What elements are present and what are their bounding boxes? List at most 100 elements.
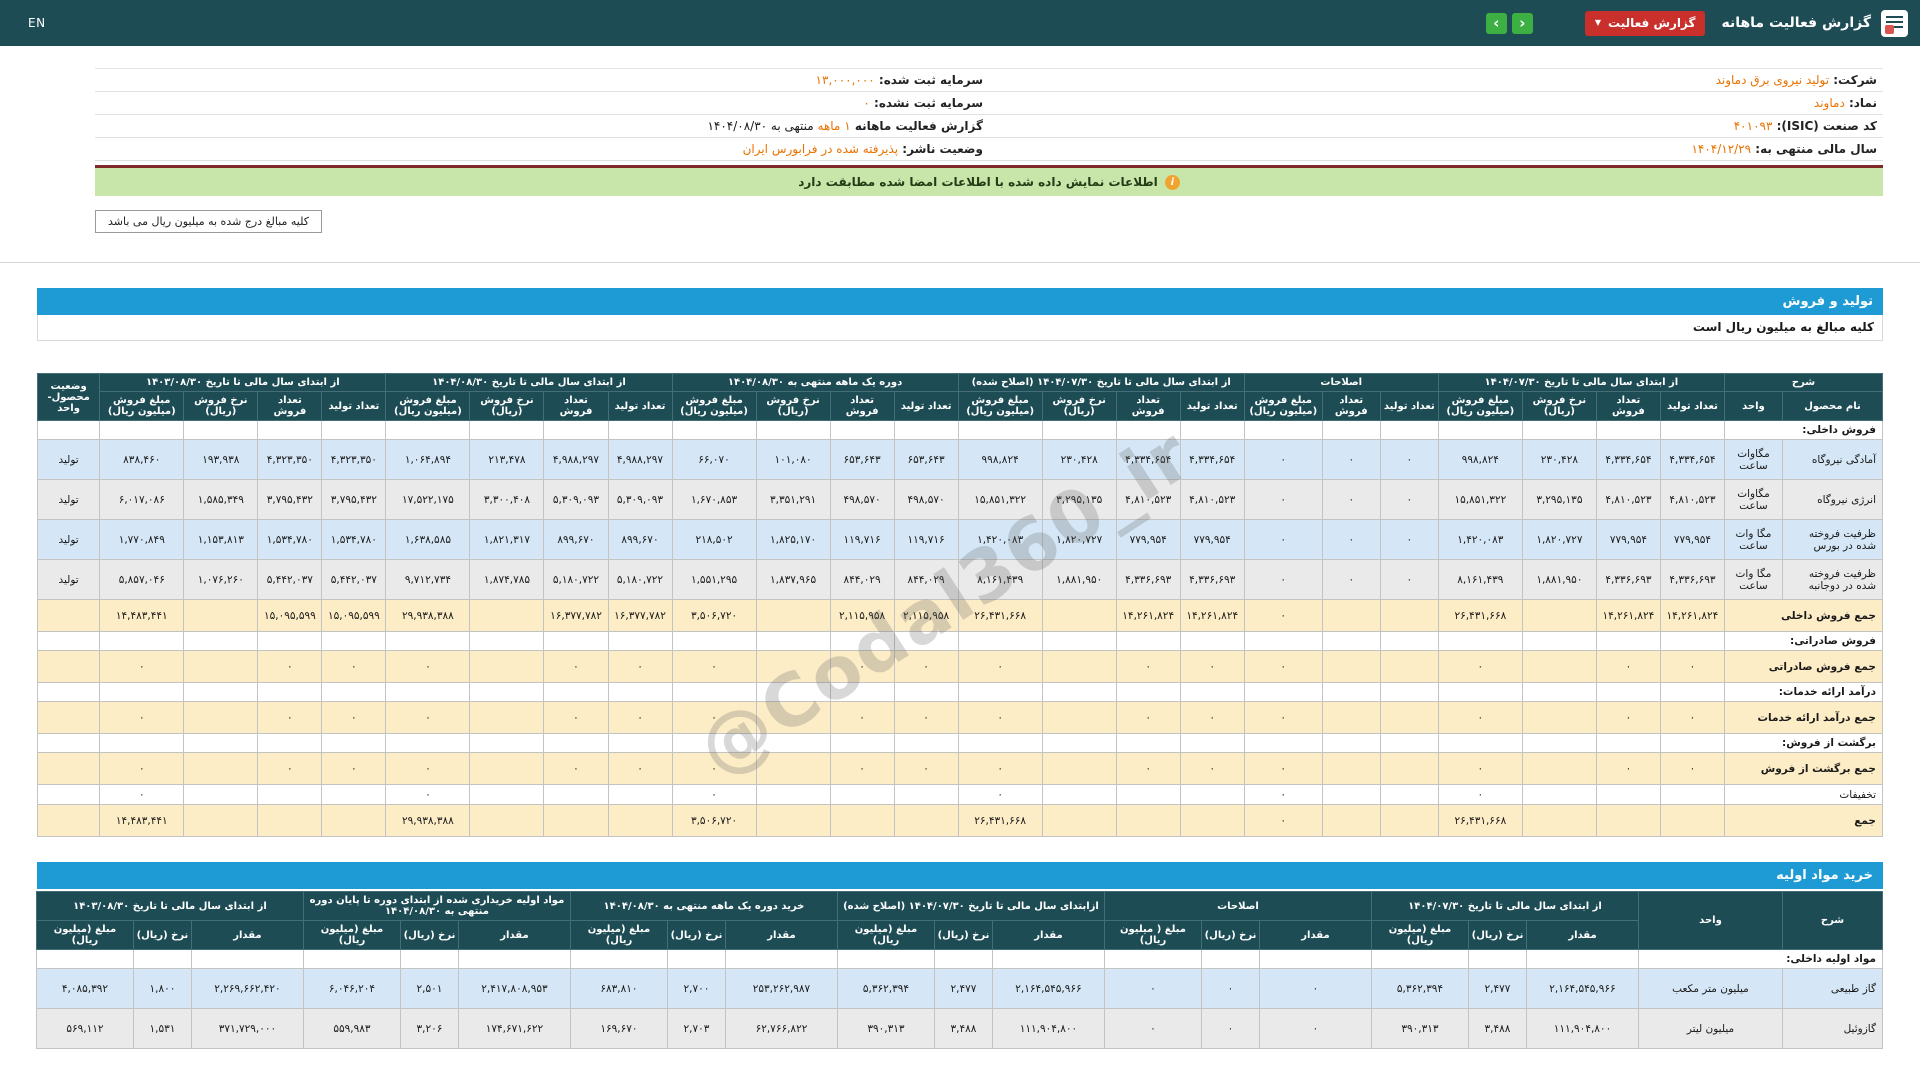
- value-cell: ۰: [385, 701, 471, 734]
- value-cell: ۳,۲۹۵,۱۳۵: [1521, 479, 1597, 520]
- value-cell: [1200, 949, 1260, 969]
- value-cell: ۰: [893, 650, 959, 683]
- value-cell: [385, 631, 471, 651]
- column-header: تعداد فروش: [1321, 391, 1381, 421]
- value-cell: ۸۹۹,۶۷۰: [543, 519, 609, 560]
- value-cell: [893, 631, 959, 651]
- chevron-down-icon: ▼: [1594, 18, 1602, 27]
- value-cell: [671, 682, 757, 702]
- value-cell: ۱۴,۲۶۱,۸۲۴: [1595, 599, 1661, 632]
- value-cell: ۱۴,۴۸۳,۴۴۱: [99, 599, 185, 632]
- company-info-left: سرمایه ثبت شده: ۱۳,۰۰۰,۰۰۰ سرمایه ثبت نشد…: [95, 69, 989, 161]
- company-info-row: کد صنعت (ISIC): ۴۰۱۰۹۳: [989, 115, 1883, 138]
- value-cell: ۰: [1179, 701, 1245, 734]
- value-cell: ۰: [1379, 439, 1439, 480]
- column-header: مبلغ (میلیون ریال): [302, 920, 401, 950]
- value-cell: [1321, 599, 1381, 632]
- value-cell: [469, 420, 545, 440]
- value-cell: [1243, 631, 1323, 651]
- value-cell: ۱,۸۳۷,۹۶۵: [755, 559, 831, 600]
- value-cell: ۰: [1659, 752, 1725, 785]
- value-cell: [385, 682, 471, 702]
- column-group-header: شرح: [1782, 891, 1883, 950]
- value-cell: ۸,۱۶۱,۴۳۹: [1437, 559, 1523, 600]
- value-cell: ۲,۴۷۷: [933, 968, 993, 1009]
- value-cell: ۸۴۴,۰۲۹: [829, 559, 895, 600]
- value-cell: ۰: [1200, 1008, 1260, 1049]
- column-group-header: شرح: [1723, 373, 1884, 392]
- row-label: جمع: [1723, 804, 1884, 837]
- value-cell: ۰: [671, 650, 757, 683]
- column-header: نام محصول: [1781, 391, 1884, 421]
- value-cell: [1659, 631, 1725, 651]
- column-header: مبلغ (میلیون ریال): [569, 920, 668, 950]
- value-cell: ۱۴,۲۶۱,۸۲۴: [1115, 599, 1181, 632]
- value-cell: [1258, 949, 1372, 969]
- value-cell: [755, 784, 831, 805]
- value-cell: [469, 650, 545, 683]
- value-cell: ۴,۰۸۵,۳۹۲: [35, 968, 134, 1009]
- value-cell: [543, 733, 609, 753]
- value-cell: ۰: [1437, 650, 1523, 683]
- value-cell: ۱,۸۰۰: [132, 968, 192, 1009]
- nav-back-button[interactable]: ‹: [1511, 12, 1533, 34]
- value-cell: ۰: [543, 701, 609, 734]
- nav-forward-button[interactable]: ›: [1485, 12, 1507, 34]
- value-cell: ۱۷,۵۲۲,۱۷۵: [385, 479, 471, 520]
- row-label: انرژی نیروگاه: [1781, 479, 1884, 520]
- value-cell: ۴۹۸,۵۷۰: [829, 479, 895, 520]
- report-type-dropdown[interactable]: گزارش فعالیت ▼: [1584, 10, 1706, 36]
- value-cell: [469, 701, 545, 734]
- column-group-header: وضعیت محصول-واحد: [36, 373, 101, 421]
- value-cell: ۲۹,۹۳۸,۳۸۸: [385, 599, 471, 632]
- value-cell: ۰: [257, 701, 323, 734]
- table-row: جمع فروش داخلی ۱۴,۲۶۱,۸۲۴ ۱۴,۲۶۱,۸۲۴ ۲۶,۴۳۱…: [36, 599, 1884, 632]
- value-cell: [1115, 631, 1181, 651]
- value-cell: [543, 420, 609, 440]
- value-cell: [257, 733, 323, 753]
- value-cell: [543, 804, 609, 837]
- value-cell: ۱۵,۸۵۱,۳۲۲: [1437, 479, 1523, 520]
- section-header-row: فروش صادراتی:: [36, 631, 1884, 651]
- value-cell: ۲,۵۰۱: [399, 968, 459, 1009]
- info-label: سرمایه ثبت شده:: [874, 73, 983, 87]
- row-label: جمع فروش صادراتی: [1723, 650, 1884, 683]
- production-sales-table-wrap: شرح از ابتدای سال مالی تا تاریخ ۱۴۰۴/۰۷/۳…: [36, 373, 1884, 837]
- value-cell: ۴,۳۲۳,۳۵۰: [257, 439, 323, 480]
- value-cell: [1321, 733, 1381, 753]
- value-cell: [183, 650, 259, 683]
- value-cell: [1041, 752, 1117, 785]
- value-cell: ۲۶,۴۳۱,۶۶۸: [957, 804, 1043, 837]
- value-cell: ۰: [1243, 599, 1323, 632]
- value-cell: [933, 949, 993, 969]
- column-header: تعداد فروش: [543, 391, 609, 421]
- value-cell: [1659, 804, 1725, 837]
- value-cell: [183, 420, 259, 440]
- value-cell: ۰: [1595, 752, 1661, 785]
- value-cell: [1041, 804, 1117, 837]
- info-value: ۱۳,۰۰۰,۰۰۰: [815, 73, 875, 87]
- language-toggle[interactable]: EN: [28, 16, 46, 30]
- value-cell: ۰: [1437, 752, 1523, 785]
- value-cell: ۰: [99, 701, 185, 734]
- value-cell: [321, 733, 387, 753]
- value-cell: [1243, 733, 1323, 753]
- value-cell: ۵,۴۴۲,۰۳۷: [321, 559, 387, 600]
- value-cell: ۹۹۸,۸۲۴: [957, 439, 1043, 480]
- value-cell: [1521, 701, 1597, 734]
- report-document-icon[interactable]: [1881, 9, 1908, 37]
- column-header: مبلغ (میلیون ریال): [836, 920, 935, 950]
- value-cell: ۵,۳۶۲,۳۹۴: [836, 968, 935, 1009]
- value-cell: [1321, 752, 1381, 785]
- value-cell: ۰: [321, 701, 387, 734]
- value-cell: ۱,۴۲۰,۰۸۳: [1437, 519, 1523, 560]
- info-value: منتهی به ۱۴۰۴/۰۸/۳۰: [707, 119, 818, 133]
- value-cell: [829, 631, 895, 651]
- value-cell: [1595, 682, 1661, 702]
- column-header: مقدار: [991, 920, 1105, 950]
- value-cell: ۱,۶۳۸,۵۸۵: [385, 519, 471, 560]
- column-header: مبلغ فروش (میلیون ریال): [957, 391, 1043, 421]
- value-cell: ۶۶,۰۷۰: [671, 439, 757, 480]
- value-cell: ۰: [257, 752, 323, 785]
- topbar-right-group: گزارش فعالیت ماهانه گزارش فعالیت ▼ ‹ ›: [1485, 9, 1908, 37]
